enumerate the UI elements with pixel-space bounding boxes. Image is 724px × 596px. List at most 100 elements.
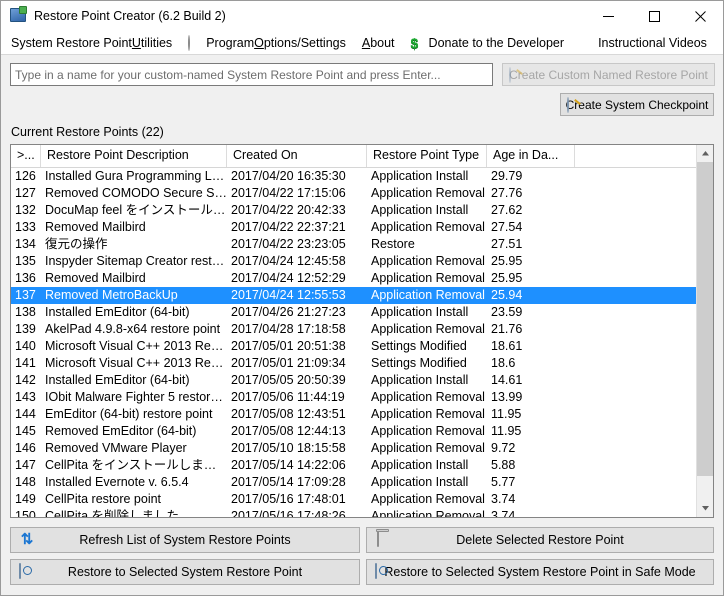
minimize-button[interactable] xyxy=(585,1,631,31)
column-header-created-on[interactable]: Created On xyxy=(227,145,367,167)
app-window: Restore Point Creator (6.2 Build 2) Syst… xyxy=(0,0,724,596)
cell-age: 29.79 xyxy=(491,169,523,183)
scroll-up-button[interactable] xyxy=(697,145,713,162)
menu-item-program-options-settings[interactable]: Program Options/Settings xyxy=(188,31,355,55)
menu-label-utilities-post: tilities xyxy=(140,35,173,50)
disc-icon-checkpoint xyxy=(567,97,569,113)
cell-num: 135 xyxy=(15,254,36,268)
table-row[interactable]: 138 Installed EmEditor (64-bit) 2017/04/26… xyxy=(11,304,696,321)
create-custom-named-restore-point-button[interactable]: Create Custom Named Restore Point xyxy=(502,63,715,86)
table-row[interactable]: 133 Removed Mailbird 2017/04/22 22:37:21 Ap… xyxy=(11,219,696,236)
table-row[interactable]: 127 Removed COMODO Secure Shop... 2017/04/… xyxy=(11,185,696,202)
table-row[interactable]: 144 EmEditor (64-bit) restore point 2017/0… xyxy=(11,406,696,423)
restore-label: Restore to Selected System Restore Point xyxy=(67,565,303,579)
cell-description: CellPita restore point xyxy=(45,492,162,506)
cell-num: 140 xyxy=(15,339,36,353)
cell-description: Inspyder Sitemap Creator restore... xyxy=(45,254,227,268)
refresh-icon: ⇅ xyxy=(20,531,34,548)
cell-age: 3.74 xyxy=(491,509,516,517)
table-row[interactable]: 132 DocuMap feel をインストールしまし... 2017/04/22 … xyxy=(11,202,696,219)
cell-created: 2017/04/20 16:35:30 xyxy=(231,169,346,183)
table-row[interactable]: 143 IObit Malware Fighter 5 restore p... 2… xyxy=(11,389,696,406)
column-header-description[interactable]: Restore Point Description xyxy=(41,145,227,167)
table-row[interactable]: 134 復元の操作 2017/04/22 23:23:05 Restore 27.51 xyxy=(11,236,696,253)
table-row[interactable]: 145 Removed EmEditor (64-bit) 2017/05/08 1… xyxy=(11,423,696,440)
menu-label-videos: Instructional Videos xyxy=(598,35,707,50)
custom-restore-point-name-input[interactable] xyxy=(10,63,493,86)
trash-icon xyxy=(375,531,391,548)
table-row[interactable]: 149 CellPita restore point 2017/05/16 17:4… xyxy=(11,491,696,508)
table-row[interactable]: 126 Installed Gura Programming Lang... 201… xyxy=(11,168,696,185)
cell-description: IObit Malware Fighter 5 restore p... xyxy=(45,390,227,404)
table-row[interactable]: 146 Removed VMware Player 2017/05/10 18:15… xyxy=(11,440,696,457)
cell-type: Application Install xyxy=(371,305,469,319)
action-buttons-pane: ⇅ Refresh List of System Restore Points … xyxy=(1,518,723,595)
cell-age: 23.59 xyxy=(491,305,523,319)
restore-to-selected-point-button[interactable]: Restore to Selected System Restore Point xyxy=(10,559,360,585)
create-system-checkpoint-label: Create System Checkpoint xyxy=(565,97,709,112)
maximize-button[interactable] xyxy=(631,1,677,31)
column-header-filler[interactable] xyxy=(575,145,696,167)
close-button[interactable] xyxy=(677,1,723,31)
table-row[interactable]: 142 Installed EmEditor (64-bit) 2017/05/05… xyxy=(11,372,696,389)
cell-num: 148 xyxy=(15,475,36,489)
table-row[interactable]: 139 AkelPad 4.9.8-x64 restore point 2017/0… xyxy=(11,321,696,338)
create-system-checkpoint-button[interactable]: Create System Checkpoint xyxy=(560,93,714,116)
cell-created: 2017/04/24 12:45:58 xyxy=(231,254,346,268)
listview-body[interactable]: 126 Installed Gura Programming Lang... 201… xyxy=(11,168,696,517)
restore-points-listview: >... Restore Point Description Created O… xyxy=(10,144,714,518)
restore-points-group-label: Current Restore Points (22) xyxy=(11,125,164,139)
title-bar: Restore Point Creator (6.2 Build 2) xyxy=(1,1,723,31)
cell-description: Installed Gura Programming Lang... xyxy=(45,169,227,183)
table-row[interactable]: 150 CellPita を削除しました 2017/05/16 17:48:26 Ap… xyxy=(11,508,696,517)
scrollbar-thumb[interactable] xyxy=(697,162,713,477)
close-icon xyxy=(694,10,706,22)
menu-item-system-restore-point-utilities[interactable]: System Restore Point Utilities xyxy=(11,31,181,55)
table-row[interactable]: 136 Removed Mailbird 2017/04/24 12:52:29 Ap… xyxy=(11,270,696,287)
restore-safe-mode-button[interactable]: Restore to Selected System Restore Point… xyxy=(366,559,714,585)
window-title: Restore Point Creator (6.2 Build 2) xyxy=(34,9,226,23)
cell-num: 126 xyxy=(15,169,36,183)
vertical-scrollbar[interactable] xyxy=(696,145,713,517)
cell-description: EmEditor (64-bit) restore point xyxy=(45,407,213,421)
cell-type: Application Removal xyxy=(371,186,485,200)
cell-age: 11.95 xyxy=(491,407,522,421)
cell-description: Microsoft Visual C++ 2013 Redist... xyxy=(45,339,227,353)
table-row[interactable]: 137 Removed MetroBackUp 2017/04/24 12:55:5… xyxy=(11,287,696,304)
menu-label-utilities-pre: System Restore Point xyxy=(11,35,132,50)
menu-label-donate: Donate to the Developer xyxy=(428,35,565,50)
column-header-type[interactable]: Restore Point Type xyxy=(367,145,487,167)
cell-type: Application Install xyxy=(371,203,469,217)
cell-created: 2017/05/06 11:44:19 xyxy=(231,390,345,404)
play-icon xyxy=(580,36,594,50)
restore-points-section: Current Restore Points (22) >... Restore… xyxy=(1,116,723,518)
table-row[interactable]: 148 Installed Evernote v. 6.5.4 2017/05/14… xyxy=(11,474,696,491)
cell-description: Microsoft Visual C++ 2013 Redist... xyxy=(45,356,227,370)
cell-num: 147 xyxy=(15,458,36,472)
menu-item-instructional-videos[interactable]: Instructional Videos xyxy=(580,31,716,55)
cell-description: Removed VMware Player xyxy=(45,441,187,455)
menu-item-about[interactable]: About xyxy=(362,31,404,55)
cell-created: 2017/04/22 23:23:05 xyxy=(231,237,346,251)
table-row[interactable]: 141 Microsoft Visual C++ 2013 Redist... 20… xyxy=(11,355,696,372)
refresh-restore-points-button[interactable]: ⇅ Refresh List of System Restore Points xyxy=(10,527,360,553)
cell-description: Removed Mailbird xyxy=(45,220,146,234)
scroll-down-button[interactable] xyxy=(697,500,713,517)
restore-icon xyxy=(19,563,35,580)
cell-type: Application Removal xyxy=(371,441,485,455)
column-header-age[interactable]: Age in Da... xyxy=(487,145,575,167)
restore-safe-mode-icon xyxy=(375,563,391,580)
delete-restore-point-button[interactable]: Delete Selected Restore Point xyxy=(366,527,714,553)
cell-created: 2017/05/05 20:50:39 xyxy=(231,373,346,387)
cell-description: AkelPad 4.9.8-x64 restore point xyxy=(45,322,221,336)
cell-num: 146 xyxy=(15,441,36,455)
cell-num: 142 xyxy=(15,373,36,387)
cell-created: 2017/05/01 20:51:38 xyxy=(231,339,346,353)
column-header-number[interactable]: >... xyxy=(11,145,41,167)
cell-num: 132 xyxy=(15,203,36,217)
scrollbar-track[interactable] xyxy=(697,162,713,500)
table-row[interactable]: 135 Inspyder Sitemap Creator restore... 20… xyxy=(11,253,696,270)
menu-item-donate[interactable]: $ Donate to the Developer xyxy=(411,31,574,55)
table-row[interactable]: 140 Microsoft Visual C++ 2013 Redist... 20… xyxy=(11,338,696,355)
table-row[interactable]: 147 CellPita をインストールしました 2017/05/14 14:22:… xyxy=(11,457,696,474)
